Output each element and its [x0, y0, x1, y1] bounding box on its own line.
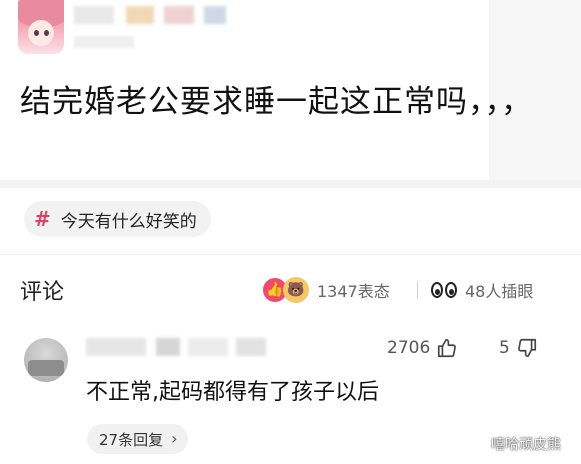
reactions-summary[interactable]: 👍 🐻 1347表态 [263, 274, 390, 306]
collections-count: 48人插眼 [465, 282, 534, 301]
section-divider [0, 180, 581, 188]
poster-meta-blurred [74, 36, 134, 48]
comments-title: 评论 [20, 280, 65, 305]
poster-avatar[interactable] [18, 0, 64, 54]
watermark: 嘻哈顽皮熊 [491, 437, 561, 453]
commenter-avatar[interactable] [24, 338, 68, 382]
reactions-count: 1347表态 [317, 282, 390, 301]
like-button[interactable]: 2706 [387, 334, 458, 362]
comment-text: 不正常,起码都得有了孩子以后 [86, 380, 379, 405]
emoji-reaction-icon: 🐻 [283, 277, 309, 303]
commenter-name-blurred [86, 338, 346, 358]
eyes-icon [431, 282, 457, 298]
header-separator [417, 281, 418, 299]
view-replies-button[interactable]: 27条回复 › [87, 424, 188, 454]
divider [0, 254, 581, 255]
dislike-button[interactable]: 5 [499, 334, 538, 362]
topic-tag-label: 今天有什么好笑的 [60, 211, 197, 232]
poster-name-blurred [74, 6, 254, 26]
replies-label: 27条回复 [99, 430, 164, 449]
hash-icon: # [34, 207, 51, 231]
like-count: 2706 [387, 338, 431, 358]
dislike-count: 5 [499, 338, 510, 358]
thumbs-up-icon [438, 338, 457, 358]
topic-tag-chip[interactable]: # 今天有什么好笑的 [24, 201, 211, 237]
chevron-right-icon: › [171, 429, 178, 448]
post-title: 结完婚老公要求睡一起这正常吗，，， [20, 84, 533, 120]
collections-summary[interactable]: 48人插眼 [431, 274, 533, 306]
thumbs-down-icon [517, 338, 536, 358]
